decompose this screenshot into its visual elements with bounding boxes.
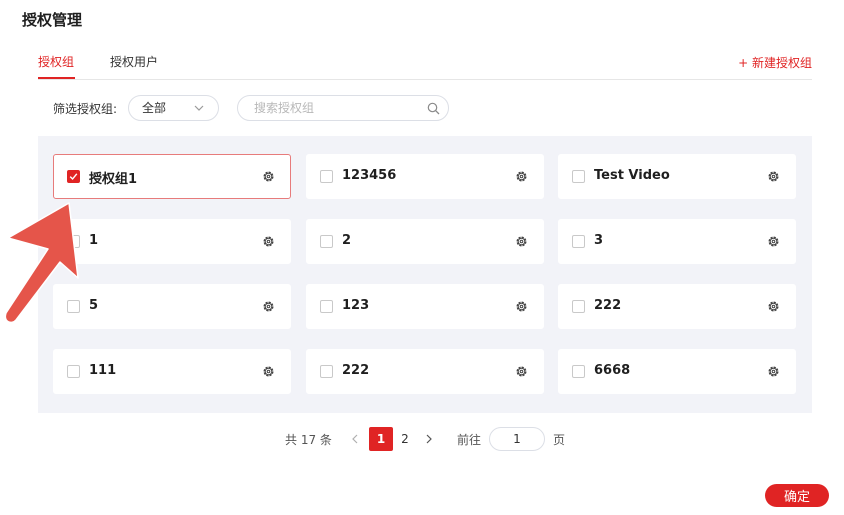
gear-icon[interactable] bbox=[262, 170, 275, 183]
group-name: 2 bbox=[342, 233, 352, 248]
group-card[interactable]: Test Video bbox=[558, 154, 796, 199]
group-checkbox[interactable] bbox=[320, 300, 333, 313]
gear-icon[interactable] bbox=[767, 170, 780, 183]
page-button-2[interactable]: 2 bbox=[393, 427, 417, 451]
group-name: 6668 bbox=[594, 363, 631, 378]
group-name: 5 bbox=[89, 298, 99, 313]
group-card[interactable]: 2 bbox=[306, 219, 544, 264]
group-checkbox[interactable] bbox=[320, 170, 333, 183]
chevron-right-icon[interactable] bbox=[424, 433, 434, 445]
group-checkbox[interactable] bbox=[320, 235, 333, 248]
group-name: 222 bbox=[342, 363, 370, 378]
pointer-arrow-icon bbox=[4, 202, 79, 324]
group-name: 1 bbox=[89, 233, 99, 248]
group-name: 222 bbox=[594, 298, 622, 313]
gear-icon[interactable] bbox=[767, 365, 780, 378]
gear-icon[interactable] bbox=[767, 300, 780, 313]
group-card[interactable]: 3 bbox=[558, 219, 796, 264]
goto-page-input[interactable] bbox=[489, 427, 545, 451]
gear-icon[interactable] bbox=[515, 235, 528, 248]
group-checkbox[interactable] bbox=[572, 300, 585, 313]
group-grid: 授权组1 123456 Test Video 1 2 3 5 123 222 111 222 6668 bbox=[38, 136, 812, 413]
gear-icon[interactable] bbox=[515, 170, 528, 183]
search-box bbox=[237, 95, 449, 121]
page-title: 授权管理 bbox=[22, 11, 83, 29]
confirm-button[interactable]: 确定 bbox=[765, 484, 829, 507]
group-card[interactable]: 123 bbox=[306, 284, 544, 329]
page-button-1[interactable]: 1 bbox=[369, 427, 393, 451]
group-checkbox[interactable] bbox=[67, 365, 80, 378]
group-checkbox[interactable] bbox=[572, 235, 585, 248]
gear-icon[interactable] bbox=[767, 235, 780, 248]
pagination: 共 17 条 1 2 前往 页 bbox=[0, 427, 844, 451]
gear-icon[interactable] bbox=[262, 300, 275, 313]
chevron-left-icon[interactable] bbox=[350, 433, 360, 445]
group-card[interactable]: 111 bbox=[53, 349, 291, 394]
new-group-button[interactable]: + 新建授权组 bbox=[738, 54, 812, 71]
group-checkbox[interactable] bbox=[572, 365, 585, 378]
group-name: 授权组1 bbox=[89, 172, 138, 187]
total-count: 共 17 条 bbox=[285, 433, 332, 447]
group-card[interactable]: 6668 bbox=[558, 349, 796, 394]
group-checkbox[interactable] bbox=[572, 170, 585, 183]
group-checkbox[interactable] bbox=[320, 365, 333, 378]
group-card[interactable]: 222 bbox=[558, 284, 796, 329]
group-name: 123 bbox=[342, 298, 370, 313]
group-name: 123456 bbox=[342, 168, 397, 183]
search-input[interactable] bbox=[254, 100, 424, 116]
tab-users[interactable]: 授权用户 bbox=[110, 53, 158, 70]
active-tab-indicator bbox=[38, 77, 75, 79]
group-name: Test Video bbox=[594, 168, 670, 183]
gear-icon[interactable] bbox=[515, 365, 528, 378]
group-card[interactable]: 123456 bbox=[306, 154, 544, 199]
tab-bar: 授权组 授权用户 + 新建授权组 bbox=[38, 53, 812, 80]
chevron-down-icon bbox=[194, 105, 204, 111]
page-suffix-label: 页 bbox=[553, 433, 566, 447]
group-name: 3 bbox=[594, 233, 604, 248]
tab-groups[interactable]: 授权组 bbox=[38, 53, 74, 70]
group-name: 111 bbox=[89, 363, 117, 378]
search-icon[interactable] bbox=[427, 102, 440, 115]
group-card[interactable]: 222 bbox=[306, 349, 544, 394]
gear-icon[interactable] bbox=[262, 365, 275, 378]
filter-select-value: 全部 bbox=[142, 101, 167, 115]
gear-icon[interactable] bbox=[262, 235, 275, 248]
filter-label: 筛选授权组: bbox=[53, 102, 118, 116]
gear-icon[interactable] bbox=[515, 300, 528, 313]
goto-label: 前往 bbox=[457, 433, 482, 447]
group-filter-select[interactable]: 全部 bbox=[128, 95, 219, 121]
